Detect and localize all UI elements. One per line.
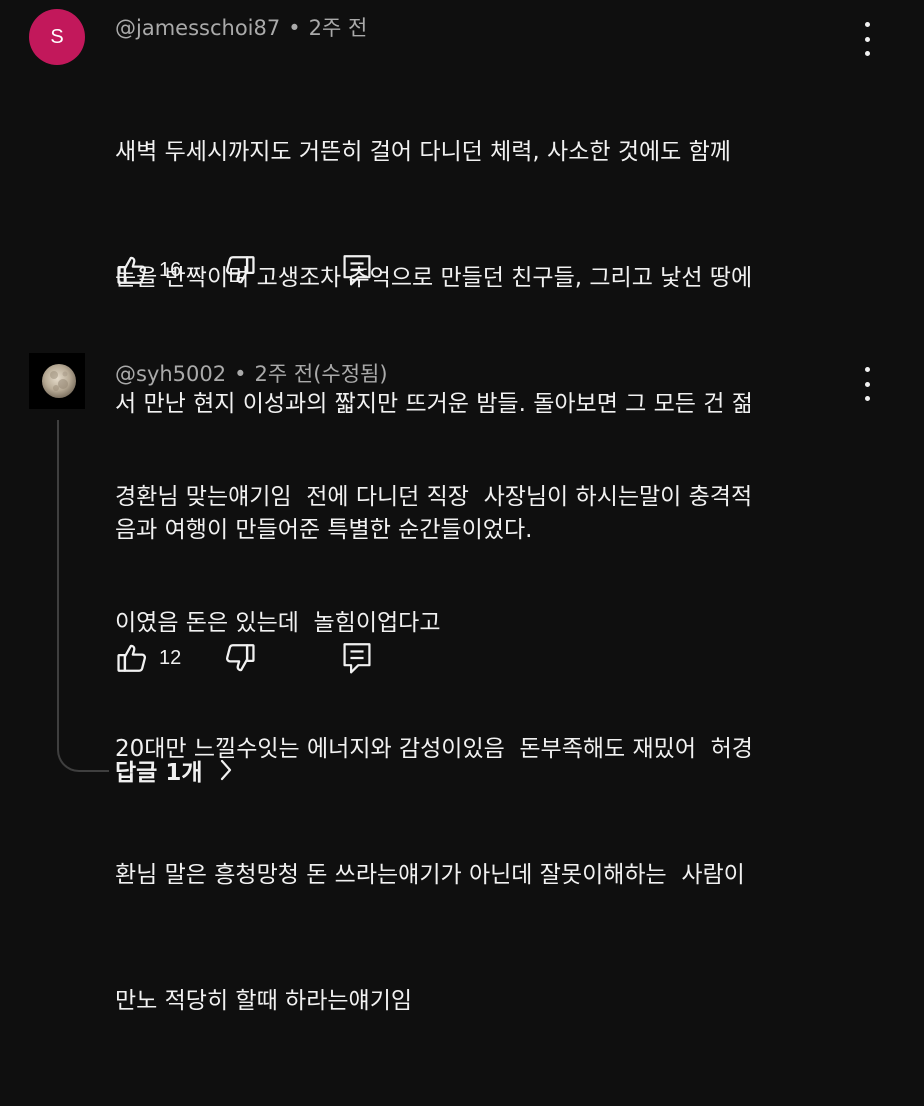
comment-line: 환님 말은 흥청망청 돈 쓰라는얘기가 아닌데 잘못이해하는 사람이 bbox=[115, 862, 745, 888]
avatar[interactable] bbox=[29, 353, 85, 409]
reply-comment-icon bbox=[343, 255, 371, 286]
comment-actions: 12 bbox=[115, 638, 373, 678]
meta-separator: • bbox=[288, 16, 301, 40]
thumbs-down-icon bbox=[226, 644, 255, 672]
thread-connector-line bbox=[57, 420, 109, 772]
thumbs-up-icon bbox=[117, 256, 147, 284]
reply-button[interactable] bbox=[341, 641, 373, 675]
author-handle[interactable]: @jamesschoi87 bbox=[115, 16, 280, 40]
replies-toggle-button[interactable]: 답글 1개 bbox=[115, 752, 233, 788]
thumbs-up-icon bbox=[117, 644, 147, 672]
like-count: 16 bbox=[159, 258, 182, 281]
reply-comment-icon bbox=[343, 643, 371, 674]
avatar-letter: S bbox=[50, 25, 64, 48]
replies-count-label: 답글 1개 bbox=[115, 760, 203, 786]
dislike-button[interactable] bbox=[223, 253, 257, 287]
comment-actions: 16 bbox=[115, 250, 373, 290]
thumbs-down-icon bbox=[226, 256, 255, 284]
comment-line: 새벽 두세시까지도 거뜬히 걸어 다니던 체력, 사소한 것에도 함께 bbox=[115, 139, 731, 165]
comment-meta: @jamesschoi87 • 2주 전 bbox=[115, 12, 367, 42]
author-handle[interactable]: @syh5002 bbox=[115, 362, 226, 386]
comment-text: 경환님 맞는얘기임 전에 다니던 직장 사장님이 하시는말이 충격적 이였음 돈… bbox=[115, 392, 875, 1106]
moon-avatar-image bbox=[29, 353, 85, 409]
like-button[interactable]: 12 bbox=[115, 641, 181, 675]
avatar[interactable]: S bbox=[29, 9, 85, 65]
comment-line: 만노 적당히 할때 하라는얘기임 bbox=[115, 988, 413, 1014]
comment-line: 경환님 맞는얘기임 전에 다니던 직장 사장님이 하시는말이 충격적 bbox=[115, 484, 753, 510]
chevron-right-icon bbox=[220, 759, 231, 781]
reply-button[interactable] bbox=[341, 253, 373, 287]
dislike-button[interactable] bbox=[223, 641, 257, 675]
timestamp[interactable]: 2주 전 bbox=[309, 16, 368, 40]
like-count: 12 bbox=[159, 646, 182, 669]
timestamp[interactable]: 2주 전(수정됨) bbox=[255, 362, 388, 386]
comment-meta: @syh5002 • 2주 전(수정됨) bbox=[115, 358, 388, 388]
meta-separator: • bbox=[234, 362, 247, 386]
like-button[interactable]: 16 bbox=[115, 253, 181, 287]
